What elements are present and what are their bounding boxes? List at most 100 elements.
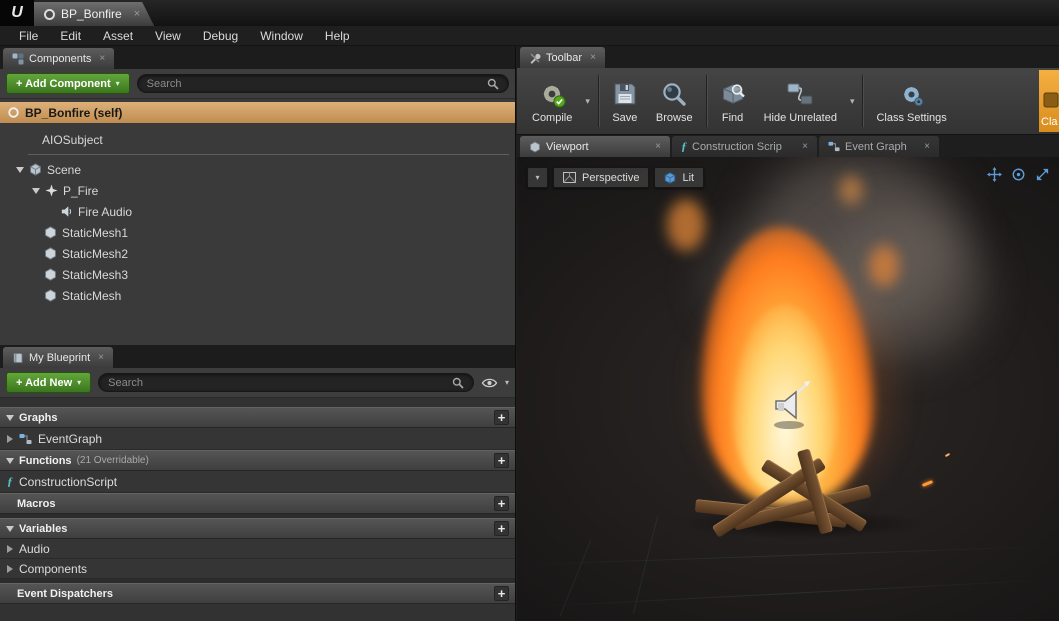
my-blueprint-search[interactable] [98,373,474,392]
menu-help[interactable]: Help [314,29,361,43]
add-new-button[interactable]: + Add New ▾ [6,372,91,393]
menu-window[interactable]: Window [249,29,314,43]
functions-section-header[interactable]: Functions (21 Overridable) + [0,450,515,471]
add-function-button[interactable]: + [494,453,509,468]
document-tab-bp-bonfire[interactable]: BP_Bonfire × [34,2,154,26]
maximize-viewport-icon[interactable] [1035,167,1050,182]
expander-open-icon[interactable] [16,167,24,173]
expander-closed-icon[interactable] [7,565,13,573]
viewport-tab-icon [529,141,541,153]
perspective-icon [563,172,576,183]
browse-button[interactable]: Browse [647,70,702,132]
menu-view[interactable]: View [144,29,192,43]
hide-unrelated-options-caret[interactable]: ▾ [846,96,859,107]
tree-row-staticmesh[interactable]: StaticMesh [0,285,515,306]
event-graph-row[interactable]: EventGraph [0,428,515,450]
toolbar-separator [706,75,707,127]
filter-caret-icon[interactable]: ▾ [505,378,509,387]
expander-open-icon[interactable] [6,415,14,421]
close-icon[interactable]: × [655,141,661,152]
tab-my-blueprint[interactable]: My Blueprint × [3,347,113,368]
components-tabstrip: Components × [0,46,515,69]
static-mesh-icon [44,247,57,260]
tree-row-staticmesh1[interactable]: StaticMesh1 [0,222,515,243]
hide-unrelated-button[interactable]: Hide Unrelated [755,70,846,132]
close-icon[interactable]: × [802,141,808,152]
audio-component-gizmo[interactable] [764,379,814,434]
my-blueprint-search-input[interactable] [108,377,446,389]
tree-row-aiosubject[interactable]: AIOSubject [0,129,515,150]
graphs-section-header[interactable]: Graphs + [0,407,515,428]
book-icon [12,352,24,364]
add-graph-button[interactable]: + [494,410,509,425]
class-settings-gear-icon [898,78,925,110]
expander-open-icon[interactable] [32,188,40,194]
event-graph-icon [828,141,840,152]
construction-script-row[interactable]: ƒ ConstructionScript [0,471,515,493]
close-icon[interactable]: × [924,141,930,152]
translate-gizmo-icon[interactable] [987,167,1002,182]
class-defaults-button-partial[interactable]: Cla [1039,70,1059,132]
viewport-tab-label: Viewport [546,141,589,153]
close-icon[interactable]: × [590,52,596,63]
tree-row-staticmesh3[interactable]: StaticMesh3 [0,264,515,285]
blueprint-3d-viewport[interactable]: ▾ Perspective Lit [517,157,1059,621]
expander-open-icon[interactable] [6,526,14,532]
variables-components-category-row[interactable]: Components [0,559,515,579]
menu-file[interactable]: File [8,29,49,43]
macros-section-header[interactable]: Macros + [0,493,515,514]
tab-components[interactable]: Components × [3,48,114,69]
unreal-blueprint-editor: U BP_Bonfire × File Edit Asset View Debu… [0,0,1059,621]
tree-row-bp-bonfire-self[interactable]: BP_Bonfire (self) [0,102,515,123]
tree-row-p-fire[interactable]: P_Fire [0,180,515,201]
compile-options-caret[interactable]: ▾ [581,96,594,107]
tree-row-scene[interactable]: Scene [0,159,515,180]
find-button[interactable]: Find [711,70,755,132]
spacer [0,398,515,407]
add-event-dispatcher-button[interactable]: + [494,586,509,601]
event-graph-label: EventGraph [38,432,102,446]
perspective-button[interactable]: Perspective [553,167,649,188]
expander-closed-icon[interactable] [7,435,13,443]
menu-asset[interactable]: Asset [92,29,144,43]
visibility-filter-eye-icon[interactable] [481,377,498,389]
expander-closed-icon[interactable] [7,545,13,553]
tree-row-fire-audio[interactable]: Fire Audio [0,201,515,222]
event-dispatchers-header-label: Event Dispatchers [17,588,113,600]
add-variable-button[interactable]: + [494,521,509,536]
close-icon[interactable]: × [134,8,140,20]
add-macro-button[interactable]: + [494,496,509,511]
rotate-gizmo-icon[interactable] [1011,167,1026,182]
menu-edit[interactable]: Edit [49,29,92,43]
save-button[interactable]: Save [603,70,647,132]
class-settings-button[interactable]: Class Settings [867,70,955,132]
save-floppy-icon [612,78,638,110]
browse-magnifier-icon [661,78,687,110]
hide-unrelated-label: Hide Unrelated [764,112,837,124]
variables-section-header[interactable]: Variables + [0,518,515,539]
tree-row-staticmesh2[interactable]: StaticMesh2 [0,243,515,264]
static-mesh-icon [44,268,57,281]
variables-audio-category-row[interactable]: Audio [0,539,515,559]
lit-mode-button[interactable]: Lit [654,167,704,188]
tab-toolbar[interactable]: Toolbar × [520,47,605,68]
components-search[interactable] [137,74,509,93]
audio-category-label: Audio [19,542,50,556]
components-search-input[interactable] [147,78,481,90]
compile-button[interactable]: Compile [523,70,581,132]
components-tab-icon [12,53,24,65]
tree-row-label: P_Fire [63,184,98,198]
expander-open-icon[interactable] [6,458,14,464]
menu-debug[interactable]: Debug [192,29,249,43]
close-icon[interactable]: × [99,53,105,64]
add-component-button[interactable]: + Add Component ▾ [6,73,130,94]
search-icon [487,78,499,90]
close-icon[interactable]: × [98,352,104,363]
tab-viewport[interactable]: Viewport × [520,136,670,157]
tab-event-graph[interactable]: Event Graph × [819,136,939,157]
tab-construction-script[interactable]: ƒ Construction Scrip × [672,136,817,157]
viewport-options-button[interactable]: ▾ [527,167,548,188]
chevron-down-icon: ▾ [116,79,120,88]
event-dispatchers-section-header[interactable]: Event Dispatchers + [0,583,515,604]
flame-fragment [667,199,705,251]
